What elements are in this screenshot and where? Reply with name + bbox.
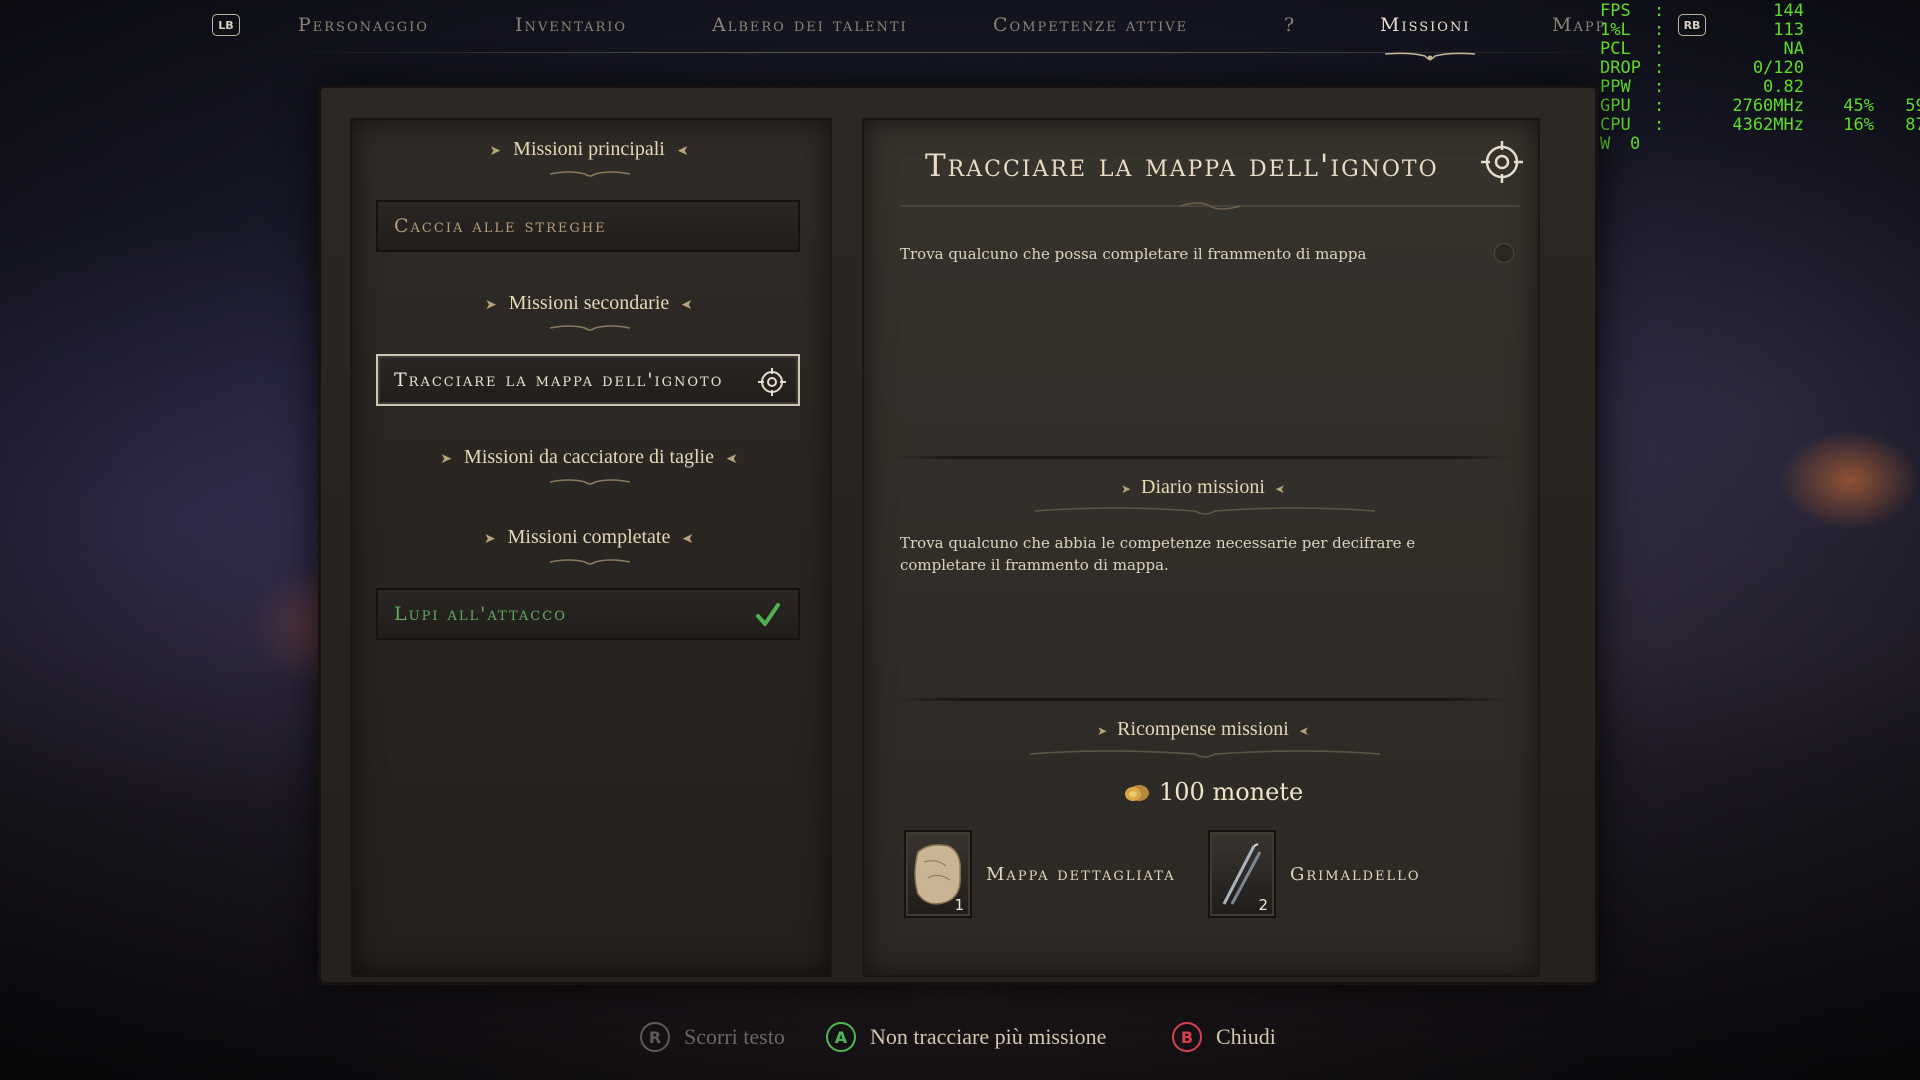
tab-competenze-attive[interactable]: Competenze attive [993, 14, 1188, 36]
arrow-left-icon: ➤ [682, 532, 695, 547]
reward-quantity: 2 [1258, 896, 1268, 914]
prompt-close[interactable]: B Chiudi [1172, 1022, 1276, 1052]
quest-detail-title: Tracciare la mappa dell'ignoto [925, 148, 1439, 184]
quest-objective-text: Trova qualcuno che possa completare il f… [900, 245, 1367, 263]
arrow-right-icon: ➤ [440, 452, 453, 467]
checkmark-icon [756, 603, 780, 626]
objective-status-indicator [1494, 243, 1514, 263]
section-secondary-quests-label: Missioni secondarie [508, 292, 670, 314]
arrow-left-icon: ➤ [676, 144, 689, 159]
prompt-close-label: Chiudi [1216, 1024, 1276, 1049]
tracked-target-icon[interactable] [758, 368, 786, 396]
divider-ornament-icon [550, 559, 630, 565]
tracked-target-icon [1481, 141, 1523, 183]
quest-item-caccia-alle-streghe[interactable]: Caccia alle streghe [376, 200, 800, 252]
perf-row: CPU:4362MHz16%87C [1600, 115, 1920, 135]
arrow-right-icon: ➤ [1120, 482, 1132, 496]
arrow-right-icon: ➤ [489, 144, 502, 159]
perf-row: PPW:0.82 [1600, 77, 1804, 97]
prompt-scroll-label: Scorri testo [684, 1024, 785, 1049]
reward-item-grimaldello[interactable]: 2 Grimaldello [1208, 830, 1420, 918]
section-completed-quests: ➤ Missioni completate ➤ [350, 526, 828, 549]
tab-albero-talenti[interactable]: Albero dei talenti [712, 14, 908, 36]
coin-pouch-icon [1125, 785, 1149, 801]
divider-ornament-icon [1030, 750, 1380, 758]
diary-text: Trova qualcuno che abbia le competenze n… [900, 534, 1416, 574]
arrow-right-icon: ➤ [483, 532, 496, 547]
performance-overlay: FPS:144 1%L:113 PCL: NA DROP:0/120 PPW:0.… [1600, 2, 1920, 154]
diary-header: ➤ Diario missioni ➤ [893, 476, 1513, 499]
reward-coins: 100 monete [1123, 778, 1303, 806]
detail-divider [893, 456, 1513, 459]
quest-item-lupi-attacco[interactable]: Lupi all'attacco [376, 588, 800, 640]
quest-item-label: Tracciare la mappa dell'ignoto [394, 369, 724, 391]
section-bounty-quests: ➤ Missioni da cacciatore di taglie ➤ [350, 446, 828, 469]
arrow-right-icon: ➤ [1097, 724, 1108, 738]
reward-quantity: 1 [954, 896, 964, 914]
perf-row: FPS:144 [1600, 1, 1804, 21]
background-lantern-glow [1780, 430, 1920, 530]
detail-divider [893, 698, 1513, 701]
prompt-scroll-text[interactable]: R Scorri testo [640, 1022, 785, 1052]
arrow-left-icon: ➤ [1274, 482, 1285, 496]
divider-ornament-icon [1035, 507, 1375, 515]
arrow-left-icon: ➤ [725, 452, 738, 467]
quest-item-label: Lupi all'attacco [394, 603, 567, 625]
prompt-untrack-quest[interactable]: A Non tracciare più missione [826, 1022, 1106, 1052]
section-secondary-quests: ➤ Missioni secondarie ➤ [350, 292, 828, 315]
tab-inventario[interactable]: Inventario [515, 14, 627, 36]
section-main-quests: ➤ Missioni principali ➤ [350, 138, 828, 161]
reward-name: Grimaldello [1290, 863, 1421, 885]
quest-item-tracciare-mappa[interactable]: Tracciare la mappa dell'ignoto [376, 354, 800, 406]
perf-row: DROP:0/120 [1600, 58, 1804, 78]
perf-row: PCL: NA [1600, 39, 1804, 59]
diary-header-label: Diario missioni [1141, 476, 1265, 498]
divider-ornament-icon [550, 479, 630, 485]
title-divider-ornament-icon [900, 202, 1520, 210]
lb-button[interactable]: LB [212, 14, 240, 36]
reward-slot: 2 [1208, 830, 1276, 918]
tab-personaggio[interactable]: Personaggio [298, 14, 429, 36]
a-button-icon: A [826, 1022, 856, 1052]
section-completed-quests-label: Missioni completate [507, 526, 671, 548]
arrow-right-icon: ➤ [485, 298, 497, 313]
section-bounty-quests-label: Missioni da cacciatore di taglie [464, 446, 714, 468]
right-stick-icon: R [640, 1022, 670, 1052]
b-button-icon: B [1172, 1022, 1202, 1052]
divider-ornament-icon [550, 325, 630, 331]
rewards-header: ➤ Ricompense missioni ➤ [893, 718, 1513, 741]
tab-mappa[interactable]: Mappa [1552, 14, 1606, 36]
reward-coins-label: 100 monete [1159, 778, 1304, 806]
section-main-quests-label: Missioni principali [513, 138, 665, 160]
perf-row: GPU:2760MHz45%59C [1600, 96, 1920, 116]
active-tab-ornament-icon [1385, 52, 1475, 61]
arrow-left-icon: ➤ [1298, 724, 1309, 738]
perf-row: W0 [1600, 134, 1641, 154]
perf-row: 1%L:113 [1600, 20, 1804, 40]
prompt-untrack-label: Non tracciare più missione [870, 1024, 1107, 1049]
reward-name: Mappa dettagliata [986, 863, 1176, 885]
arrow-left-icon: ➤ [681, 298, 693, 313]
tab-unknown[interactable]: ? [1284, 14, 1296, 36]
tab-missioni[interactable]: Missioni [1380, 14, 1470, 36]
reward-slot: 1 [904, 830, 972, 918]
rewards-header-label: Ricompense missioni [1117, 718, 1289, 740]
reward-item-mappa[interactable]: 1 Mappa dettagliata [904, 830, 1176, 918]
divider-ornament-icon [550, 171, 630, 177]
button-prompts: R Scorri testo A Non tracciare più missi… [0, 1022, 1920, 1062]
